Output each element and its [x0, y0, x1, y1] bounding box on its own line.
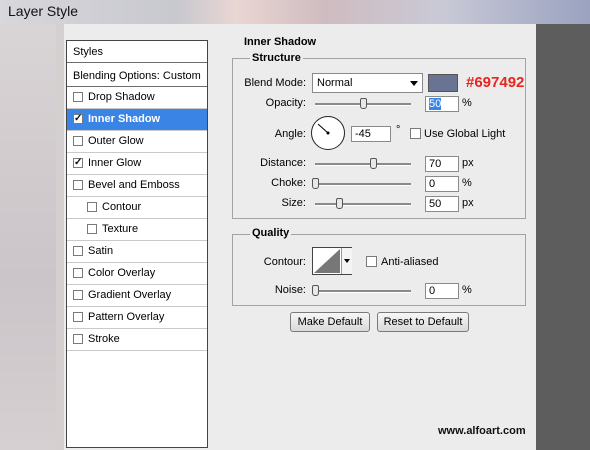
background-canvas-strip — [0, 24, 56, 450]
inner-shadow-title: Inner Shadow — [242, 36, 319, 48]
style-item-pattern-overlay[interactable]: Pattern Overlay — [67, 307, 207, 329]
style-item-label: Gradient Overlay — [88, 289, 172, 301]
distance-unit: px — [462, 157, 474, 169]
size-input[interactable]: 50 — [425, 196, 459, 212]
choke-input[interactable]: 0 — [425, 176, 459, 192]
style-item-label: Texture — [102, 223, 139, 235]
style-item-drop-shadow[interactable]: Drop Shadow — [67, 87, 207, 109]
style-checkbox[interactable] — [73, 180, 83, 190]
blending-options-item[interactable]: Blending Options: Custom — [67, 65, 207, 87]
style-checkbox[interactable] — [87, 224, 97, 234]
style-item-label: Satin — [88, 245, 114, 257]
angle-dial[interactable] — [311, 116, 345, 150]
style-item-label: Inner Shadow — [88, 113, 161, 125]
blend-mode-select[interactable]: Normal — [312, 73, 423, 93]
blending-options-label: Blending Options: Custom — [73, 70, 201, 82]
noise-slider-track[interactable] — [315, 290, 411, 293]
choke-label: Choke: — [271, 177, 306, 189]
style-item-inner-shadow[interactable]: ✓ Inner Shadow — [67, 109, 207, 131]
style-item-inner-glow[interactable]: ✓ Inner Glow — [67, 153, 207, 175]
style-checkbox[interactable] — [73, 136, 83, 146]
style-checkbox[interactable] — [87, 202, 97, 212]
angle-needle-icon — [317, 123, 330, 135]
blend-mode-label: Blend Mode: — [244, 77, 306, 89]
anti-aliased-checkbox[interactable] — [366, 256, 377, 267]
opacity-unit: % — [462, 97, 472, 109]
style-item-texture[interactable]: Texture — [67, 219, 207, 241]
style-item-label: Pattern Overlay — [88, 311, 165, 323]
size-slider-track[interactable] — [315, 203, 411, 206]
angle-unit: ° — [396, 124, 401, 136]
size-slider-handle[interactable] — [336, 198, 343, 209]
style-checkbox[interactable] — [73, 312, 83, 322]
distance-slider-track[interactable] — [315, 163, 411, 166]
style-item-label: Drop Shadow — [88, 91, 155, 103]
opacity-label: Opacity: — [265, 97, 306, 109]
styles-header-label: Styles — [73, 46, 103, 58]
styles-header[interactable]: Styles — [67, 41, 207, 63]
style-item-label: Contour — [102, 201, 142, 213]
style-item-gradient-overlay[interactable]: Gradient Overlay — [67, 285, 207, 307]
blend-mode-value: Normal — [317, 77, 353, 89]
style-checkbox[interactable] — [73, 334, 83, 344]
choke-slider-track[interactable] — [315, 183, 411, 186]
distance-label: Distance: — [260, 157, 306, 169]
style-checkbox[interactable]: ✓ — [73, 114, 83, 124]
anti-aliased-label: Anti-aliased — [381, 256, 439, 268]
choke-unit: % — [462, 177, 472, 189]
style-checkbox[interactable] — [73, 290, 83, 300]
contour-picker[interactable] — [312, 247, 352, 275]
size-unit: px — [462, 197, 474, 209]
title-bar: Layer Style — [0, 0, 590, 24]
structure-title: Structure — [250, 52, 303, 64]
style-item-bevel-and-emboss[interactable]: Bevel and Emboss — [67, 175, 207, 197]
style-item-label: Color Overlay — [88, 267, 156, 279]
distance-input[interactable]: 70 — [425, 156, 459, 172]
angle-input[interactable]: -45 — [351, 126, 391, 142]
styles-list: Styles Blending Options: Custom Drop Sha… — [66, 40, 208, 448]
color-hex-annotation: #697492 — [466, 74, 525, 91]
style-checkbox[interactable] — [73, 246, 83, 256]
style-checkbox[interactable]: ✓ — [73, 158, 83, 168]
noise-unit: % — [462, 284, 472, 296]
window-title: Layer Style — [8, 3, 79, 19]
style-item-color-overlay[interactable]: Color Overlay — [67, 263, 207, 285]
style-item-label: Stroke — [88, 333, 120, 345]
choke-slider-handle[interactable] — [312, 178, 319, 189]
shadow-color-swatch[interactable] — [428, 74, 458, 92]
style-item-outer-glow[interactable]: Outer Glow — [67, 131, 207, 153]
contour-dropdown-arrow-icon — [344, 259, 350, 263]
distance-slider-handle[interactable] — [369, 158, 377, 169]
make-default-button[interactable]: Make Default — [290, 312, 370, 332]
background-right-strip — [536, 24, 590, 450]
style-checkbox[interactable] — [73, 92, 83, 102]
style-item-label: Outer Glow — [88, 135, 144, 147]
angle-label: Angle: — [274, 128, 306, 140]
style-item-stroke[interactable]: Stroke — [67, 329, 207, 351]
opacity-input[interactable]: 50 — [425, 96, 459, 112]
style-item-satin[interactable]: Satin — [67, 241, 207, 263]
noise-slider-handle[interactable] — [312, 285, 319, 296]
style-item-contour[interactable]: Contour — [67, 197, 207, 219]
opacity-slider-handle[interactable] — [360, 98, 367, 109]
contour-label: Contour: — [263, 256, 306, 268]
quality-title: Quality — [250, 227, 292, 239]
watermark-text: www.alfoart.com — [438, 425, 526, 437]
use-global-light-label: Use Global Light — [424, 128, 506, 140]
noise-input[interactable]: 0 — [425, 283, 459, 299]
style-checkbox[interactable] — [73, 268, 83, 278]
style-item-label: Inner Glow — [88, 157, 142, 169]
noise-label: Noise: — [274, 284, 306, 296]
style-item-label: Bevel and Emboss — [88, 179, 180, 191]
size-label: Size: — [281, 197, 306, 209]
use-global-light-checkbox[interactable] — [410, 128, 421, 139]
contour-linear-icon — [314, 249, 340, 273]
dropdown-arrow-icon — [410, 81, 418, 86]
reset-to-default-button[interactable]: Reset to Default — [377, 312, 469, 332]
